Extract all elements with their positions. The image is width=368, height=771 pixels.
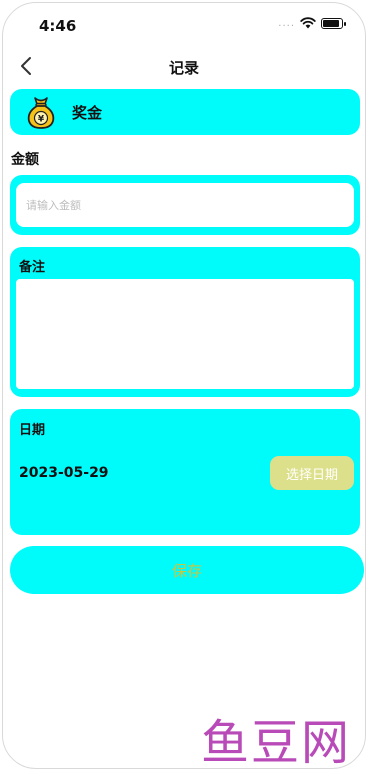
note-label: 备注 xyxy=(19,260,46,275)
save-button[interactable]: 保存 xyxy=(10,546,364,594)
money-bag-icon: ¥ xyxy=(27,97,55,129)
signal-dots: .... xyxy=(278,17,295,29)
status-time: 4:46 xyxy=(39,17,77,35)
svg-text:¥: ¥ xyxy=(38,115,45,125)
date-label: 日期 xyxy=(19,423,46,438)
amount-label: 金额 xyxy=(11,152,39,168)
select-date-button[interactable]: 选择日期 xyxy=(270,456,354,490)
amount-input[interactable] xyxy=(16,183,354,227)
status-icons: .... xyxy=(278,17,346,29)
page-title: 记录 xyxy=(168,59,199,77)
phone-frame: 4:46 .... 记录 ¥ 奖金 金额 请输入金额 备注 日期 2023-05… xyxy=(2,2,366,769)
battery-icon xyxy=(321,17,346,29)
wifi-icon xyxy=(300,17,316,29)
nav-bar: 记录 xyxy=(3,47,365,87)
category-label: 奖金 xyxy=(72,103,103,122)
amount-field-container xyxy=(10,175,360,235)
date-value: 2023-05-29 xyxy=(19,465,109,481)
watermark-logo: 鱼豆网 xyxy=(200,715,351,769)
category-card[interactable]: ¥ 奖金 xyxy=(10,89,360,135)
date-card: 日期 2023-05-29 选择日期 xyxy=(10,409,360,535)
note-textarea[interactable] xyxy=(16,279,354,389)
status-bar: 4:46 .... xyxy=(3,3,365,47)
note-card: 备注 xyxy=(10,247,360,397)
